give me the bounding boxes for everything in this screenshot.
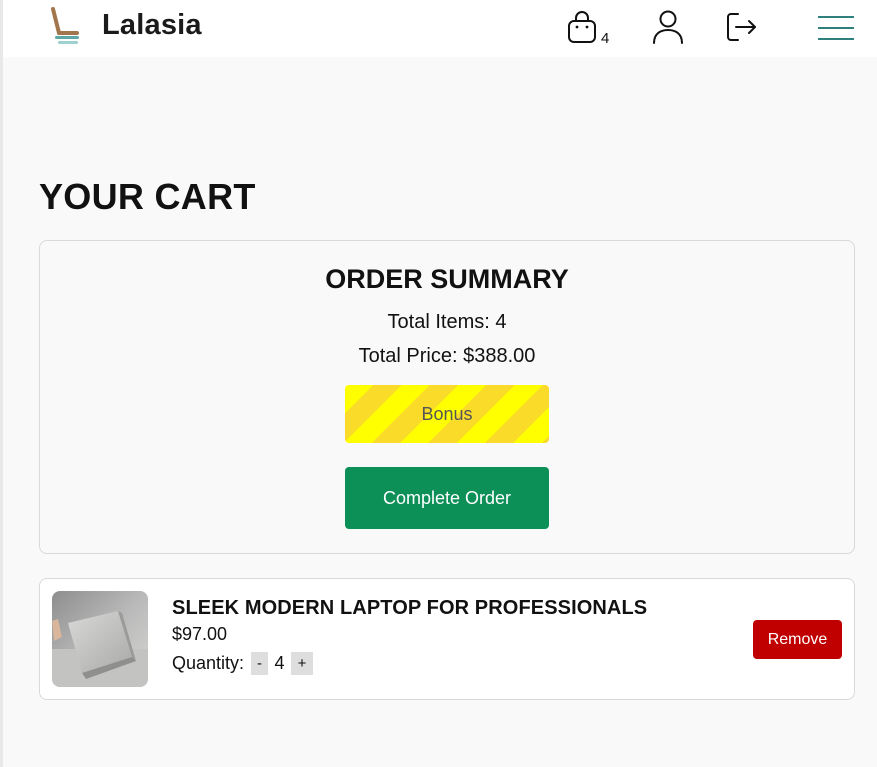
- remove-item-button[interactable]: Remove: [753, 620, 842, 659]
- logo-icon[interactable]: [49, 7, 83, 45]
- bonus-button[interactable]: Bonus: [345, 385, 549, 443]
- increment-quantity-button[interactable]: +: [291, 651, 314, 675]
- top-navbar: Lalasia 4: [3, 0, 877, 57]
- order-summary-card: ORDER SUMMARY Total Items: 4 Total Price…: [39, 240, 855, 554]
- brand-name[interactable]: Lalasia: [102, 9, 202, 42]
- cart-count-badge: 4: [601, 30, 610, 47]
- quantity-stepper: Quantity: - 4 +: [172, 650, 314, 676]
- total-price-text: Total Price: $388.00: [358, 345, 536, 367]
- order-summary-title: ORDER SUMMARY: [325, 264, 569, 294]
- shopping-bag-icon[interactable]: [566, 10, 598, 44]
- quantity-value: 4: [274, 652, 285, 673]
- user-icon[interactable]: [651, 9, 685, 45]
- decrement-quantity-button[interactable]: -: [251, 651, 269, 675]
- window-edge: [0, 0, 3, 767]
- menu-icon[interactable]: [817, 14, 855, 42]
- cart-item: SLEEK MODERN LAPTOP FOR PROFESSIONALS $9…: [39, 578, 855, 700]
- page-title: YOUR CART: [39, 176, 256, 217]
- complete-order-button[interactable]: Complete Order: [345, 467, 549, 529]
- total-items-text: Total Items: 4: [387, 311, 507, 333]
- quantity-label: Quantity:: [172, 652, 245, 673]
- product-thumbnail[interactable]: [52, 591, 148, 687]
- logout-icon[interactable]: [725, 11, 757, 43]
- product-price: $97.00: [172, 624, 228, 644]
- product-name[interactable]: SLEEK MODERN LAPTOP FOR PROFESSIONALS: [172, 597, 647, 620]
